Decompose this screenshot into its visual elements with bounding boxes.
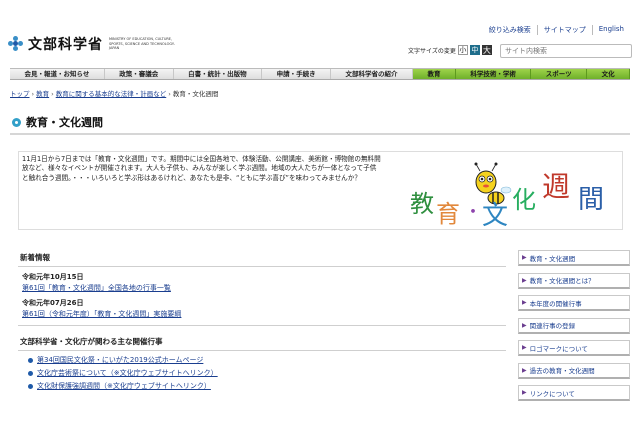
nav-item-sports[interactable]: スポーツ xyxy=(531,69,588,79)
sidebar-item-label: 過去の教育・文化週間 xyxy=(529,367,595,375)
breadcrumb-current: 教育・文化週間 xyxy=(172,90,219,98)
breadcrumb-basic-laws[interactable]: 教育に関する基本的な法律・計画など xyxy=(56,90,167,98)
utility-links: 絞り込み検索 サイトマップ English xyxy=(483,25,630,35)
advanced-search-link[interactable]: 絞り込み検索 xyxy=(483,25,537,35)
font-medium-button[interactable]: 中 xyxy=(469,45,480,55)
news-date: 令和元年07月26日 xyxy=(22,299,84,307)
sidebar-nav: ▶ 教育・文化週間 ▶ 教育・文化週間とは？ ▶ 本年度の開催行事 ▶ 関連行事の登録 … xyxy=(518,250,630,408)
list-item: 第34回国民文化祭・にいがた2019公式ホームページ xyxy=(28,355,506,365)
mascot-char-2: 育 xyxy=(436,200,460,228)
page-title: 教育・文化週間 xyxy=(26,116,103,129)
sidebar-item-label: 関連行事の登録 xyxy=(529,322,576,330)
global-nav: 会見・報道・お知らせ 政策・審議会 白書・統計・出版物 申請・手続き 文部科学省… xyxy=(10,68,631,80)
site-name-en: MINISTRY OF EDUCATION, CULTURE, SPORTS, … xyxy=(109,37,175,51)
bullet-icon xyxy=(28,370,33,376)
title-bullet-icon xyxy=(12,117,21,127)
news-heading: 新着情報 xyxy=(18,252,506,267)
nav-item-press[interactable]: 会見・報道・お知らせ xyxy=(10,69,105,79)
chevron-right-icon: ▶ xyxy=(522,276,527,284)
divider xyxy=(18,325,506,326)
event-link[interactable]: 第34回国民文化祭・にいがた2019公式ホームページ xyxy=(37,355,203,365)
site-logo[interactable]: 文部科学省 MINISTRY OF EDUCATION, CULTURE, SP… xyxy=(8,34,179,54)
sidebar-item-week[interactable]: ▶ 教育・文化週間 xyxy=(518,250,630,266)
mascot-char-5: 化 xyxy=(512,186,536,214)
nav-item-culture[interactable]: 文化 xyxy=(587,69,631,79)
sitemap-link[interactable]: サイトマップ xyxy=(536,25,592,35)
news-date: 令和元年10月15日 xyxy=(22,273,84,281)
sidebar-item-label: 教育・文化週間 xyxy=(529,254,576,263)
breadcrumb-top[interactable]: トップ xyxy=(10,90,30,98)
chevron-right-icon: ▶ xyxy=(522,344,527,351)
mascot-char-3: ・ xyxy=(464,202,482,223)
list-item: 文化庁芸術祭について（※文化庁ウェブサイトへリンク） xyxy=(28,368,506,378)
font-size-label: 文字サイズの変更 xyxy=(408,47,456,55)
site-header: 文部科学省 MINISTRY OF EDUCATION, CULTURE, SP… xyxy=(0,0,640,62)
chevron-right-icon: ▶ xyxy=(522,389,527,396)
events-heading: 文部科学省・文化庁が関わる主な開催行事 xyxy=(18,336,506,351)
bullet-icon xyxy=(28,383,33,389)
mascot-logo-image: 教 育 ・ 文 化 週 間 xyxy=(410,162,604,230)
font-small-button[interactable]: 小 xyxy=(457,45,468,55)
font-size-switcher: 文字サイズの変更 小 中 大 xyxy=(408,45,492,55)
event-link[interactable]: 文化財保護強調週間（※文化庁ウェブサイトへリンク） xyxy=(37,381,211,391)
event-link[interactable]: 文化庁芸術祭について（※文化庁ウェブサイトへリンク） xyxy=(37,368,218,378)
english-link[interactable]: English xyxy=(591,25,630,35)
mascot-char-4: 文 xyxy=(482,201,508,230)
nav-item-applications[interactable]: 申請・手続き xyxy=(262,69,332,79)
sidebar-item-logo-mark[interactable]: ▶ ロゴマークについて xyxy=(518,340,630,356)
breadcrumb: トップ › 教育 › 教育に関する基本的な法律・計画など › 教育・文化週間 xyxy=(10,90,219,98)
breadcrumb-education[interactable]: 教育 xyxy=(36,90,49,98)
chevron-right-icon: ▶ xyxy=(522,299,527,306)
chevron-right-icon: ▶ xyxy=(522,366,527,374)
sidebar-item-register-events[interactable]: ▶ 関連行事の登録 xyxy=(518,317,630,334)
chevron-right-icon: ▶ xyxy=(522,254,527,261)
sidebar-item-label: 本年度の開催行事 xyxy=(529,299,582,308)
nav-item-publications[interactable]: 白書・統計・出版物 xyxy=(174,69,263,79)
sidebar-item-label: 教育・文化週間とは？ xyxy=(529,277,595,285)
sidebar-item-about-week[interactable]: ▶ 教育・文化週間とは？ xyxy=(518,272,630,289)
mascot-char-6: 週 xyxy=(542,170,570,203)
nav-item-science[interactable]: 科学技術・学術 xyxy=(455,69,532,79)
sidebar-item-links[interactable]: ▶ リンクについて xyxy=(518,385,630,401)
mascot-char-1: 教 xyxy=(410,190,434,218)
intro-text: 11月1日から7日までは「教育・文化週間」です。期間中には全国各地で、体験活動、… xyxy=(22,155,381,182)
logo-mark-icon xyxy=(8,36,24,52)
intro-box: 11月1日から7日までは「教育・文化週間」です。期間中には全国各地で、体験活動、… xyxy=(18,151,623,230)
mascot-char-7: 間 xyxy=(578,185,604,215)
news-link[interactable]: 第61回「教育・文化週間」全国各地の行事一覧 xyxy=(22,283,506,293)
bullet-icon xyxy=(28,357,33,363)
site-search-input[interactable] xyxy=(500,44,632,58)
bee-mascot-icon xyxy=(474,162,512,205)
site-name: 文部科学省 xyxy=(28,37,103,53)
page-title-bar: 教育・文化週間 xyxy=(10,111,630,135)
main-content: 新着情報 令和元年10月15日 第61回「教育・文化週間」全国各地の行事一覧 令… xyxy=(18,252,506,391)
nav-item-education[interactable]: 教育 xyxy=(412,69,456,79)
sidebar-item-label: リンクについて xyxy=(529,389,575,398)
sidebar-item-past-weeks[interactable]: ▶ 過去の教育・文化週間 xyxy=(518,362,630,379)
sidebar-item-this-year-events[interactable]: ▶ 本年度の開催行事 xyxy=(518,295,630,311)
list-item: 文化財保護強調週間（※文化庁ウェブサイトへリンク） xyxy=(28,381,506,391)
news-link[interactable]: 第61回（令和元年度）「教育・文化週間」実施要綱 xyxy=(22,309,506,319)
nav-item-about[interactable]: 文部科学省の紹介 xyxy=(331,69,413,79)
font-large-button[interactable]: 大 xyxy=(481,45,492,55)
nav-item-policy[interactable]: 政策・審議会 xyxy=(105,69,174,79)
sidebar-item-label: ロゴマークについて xyxy=(529,344,588,353)
chevron-right-icon: ▶ xyxy=(522,321,527,329)
